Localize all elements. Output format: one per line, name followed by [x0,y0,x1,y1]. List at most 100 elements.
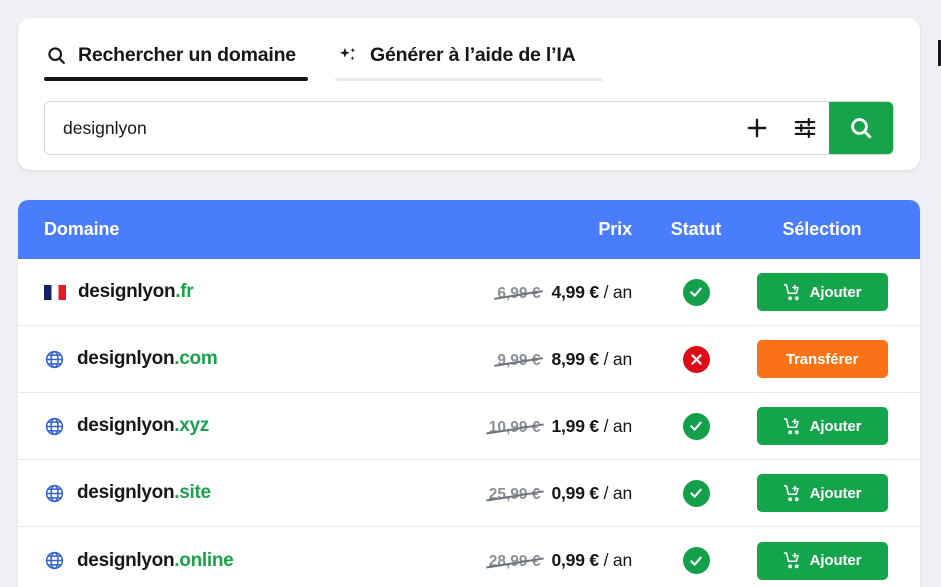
search-mode-tabs: Rechercher un domaine Générer à l’aide d… [44,36,603,81]
tab-search-domain[interactable]: Rechercher un domaine [44,36,308,81]
status-badge [646,547,746,574]
price-cell: 10,99 € 1,99 € / an [436,416,646,437]
price-original: 6,99 € [497,284,541,302]
price-original: 25,99 € [488,485,541,503]
selection-cell: Ajouter [746,541,898,580]
globe-icon [44,349,65,370]
flag-fr-icon [44,284,66,300]
search-card: Rechercher un domaine Générer à l’aide d… [18,18,920,170]
search-input[interactable] [45,102,733,154]
globe-icon [44,550,65,571]
table-row: designlyon.com 9,99 € 8,99 € / an Transfére… [18,326,920,393]
price-amount: 0,99 € [551,482,599,503]
price-amount: 4,99 € [551,281,599,302]
column-header-status: Statut [670,219,722,239]
cart-plus-icon [783,551,802,570]
column-header-domain: Domaine [44,219,120,239]
action-button-label: Transférer [785,350,859,368]
action-button-label: Ajouter [809,283,862,301]
domain-name: designlyon.site [77,482,211,504]
table-header-row: Domaine Prix Statut Sélection [18,200,920,259]
selection-cell: Ajouter [746,273,898,311]
add-to-cart-button[interactable]: Ajouter [756,407,888,445]
domain-sld: designlyon [77,482,175,503]
domain-name: designlyon.com [77,348,218,370]
globe-icon [44,416,65,437]
price-amount: 0,99 € [551,550,599,570]
price-current: 0,99 € / an [551,550,632,571]
selection-cell: Ajouter [746,474,898,512]
price-period: / an [603,281,633,302]
price-cell: 6,99 € 4,99 € / an [436,282,646,303]
domain-search-bar [44,101,894,155]
selection-cell: Transférer [746,340,898,378]
price-period: / an [603,415,633,436]
price-period: / an [603,550,633,570]
price-cell: 9,99 € 8,99 € / an [436,349,646,370]
tab-generate-ai[interactable]: Générer à l’aide de l’IA [335,36,603,81]
cart-plus-icon [783,417,802,436]
domain-sld: designlyon [77,549,175,571]
status-badge [646,345,746,373]
table-body: designlyon.fr 6,99 €4,99 € / an Ajouter des… [18,259,920,587]
add-to-cart-button[interactable]: Ajouter [756,474,888,512]
price-original: 10,99 € [488,418,541,436]
search-icon [848,115,874,141]
domain-tld: .site [174,482,211,503]
domain-cell: designlyon.com [44,348,436,370]
sparkle-ai-icon [337,45,359,67]
status-badge [646,278,746,306]
price-original: 28,99 € [488,553,541,570]
tab-active-underline [44,77,308,81]
domain-sld: designlyon [77,348,175,369]
price-cell: 28,99 € 0,99 € / an [436,550,646,571]
domain-name: designlyon.fr [78,281,194,303]
domain-cell: designlyon.online [44,550,436,572]
search-filters-button[interactable] [781,102,829,154]
table-row: designlyon.xyz 10,99 € 1,99 € / an Ajouter [18,393,920,460]
domain-tld: .com [174,348,218,369]
check-circle-icon [682,412,710,440]
action-button-label: Ajouter [809,484,862,502]
add-to-cart-button[interactable]: Ajouter [756,273,888,311]
price-amount: 1,99 € [551,415,599,436]
price-cell: 25,99 € 0,99 € / an [436,483,646,504]
domain-cell: designlyon.xyz [44,415,436,437]
domain-tld: .fr [175,281,194,302]
domain-name: designlyon.online [77,549,234,572]
domain-tld: .online [174,549,234,571]
tab-inactive-underline [335,78,603,81]
cart-plus-icon [783,484,802,503]
check-circle-icon [682,278,710,306]
price-amount: 8,99 € [551,348,599,369]
search-icon [46,45,67,66]
price-original: 9,99 € [497,351,541,369]
add-to-cart-button[interactable]: Ajouter [756,541,888,580]
x-circle-icon [682,345,710,373]
domain-sld: designlyon [78,281,176,302]
domain-tld: .xyz [174,415,210,436]
tab-generate-ai-label: Générer à l’aide de l’IA [370,44,576,66]
globe-icon [44,483,65,504]
check-circle-icon [682,547,710,574]
price-period: / an [603,482,633,503]
price-current: 1,99 € / an [551,416,632,437]
table-row: designlyon.fr 6,99 € 4,99 € / an Ajouter [18,259,920,326]
column-header-price: Prix [598,219,632,239]
table-row: designlyon.site 25,99 € 0,99 € / an Ajouter [18,460,920,527]
search-submit-button[interactable] [829,102,893,154]
domain-sld: designlyon [77,415,175,436]
tab-search-domain-label: Rechercher un domaine [78,44,296,66]
column-header-selection: Sélection [782,219,862,239]
sliders-icon [792,115,818,141]
action-button-label: Ajouter [809,417,862,435]
action-button-label: Ajouter [809,552,862,569]
status-badge [646,479,746,507]
domain-cell: designlyon.site [44,482,436,504]
domain-results-table: Domaine Prix Statut Sélection designlyon… [18,200,920,587]
transfer-domain-button[interactable]: Transférer [756,340,888,378]
add-domain-button[interactable] [733,102,781,154]
price-period: / an [603,348,633,369]
price-current: 8,99 € / an [551,349,632,370]
price-current: 0,99 € / an [551,483,632,504]
